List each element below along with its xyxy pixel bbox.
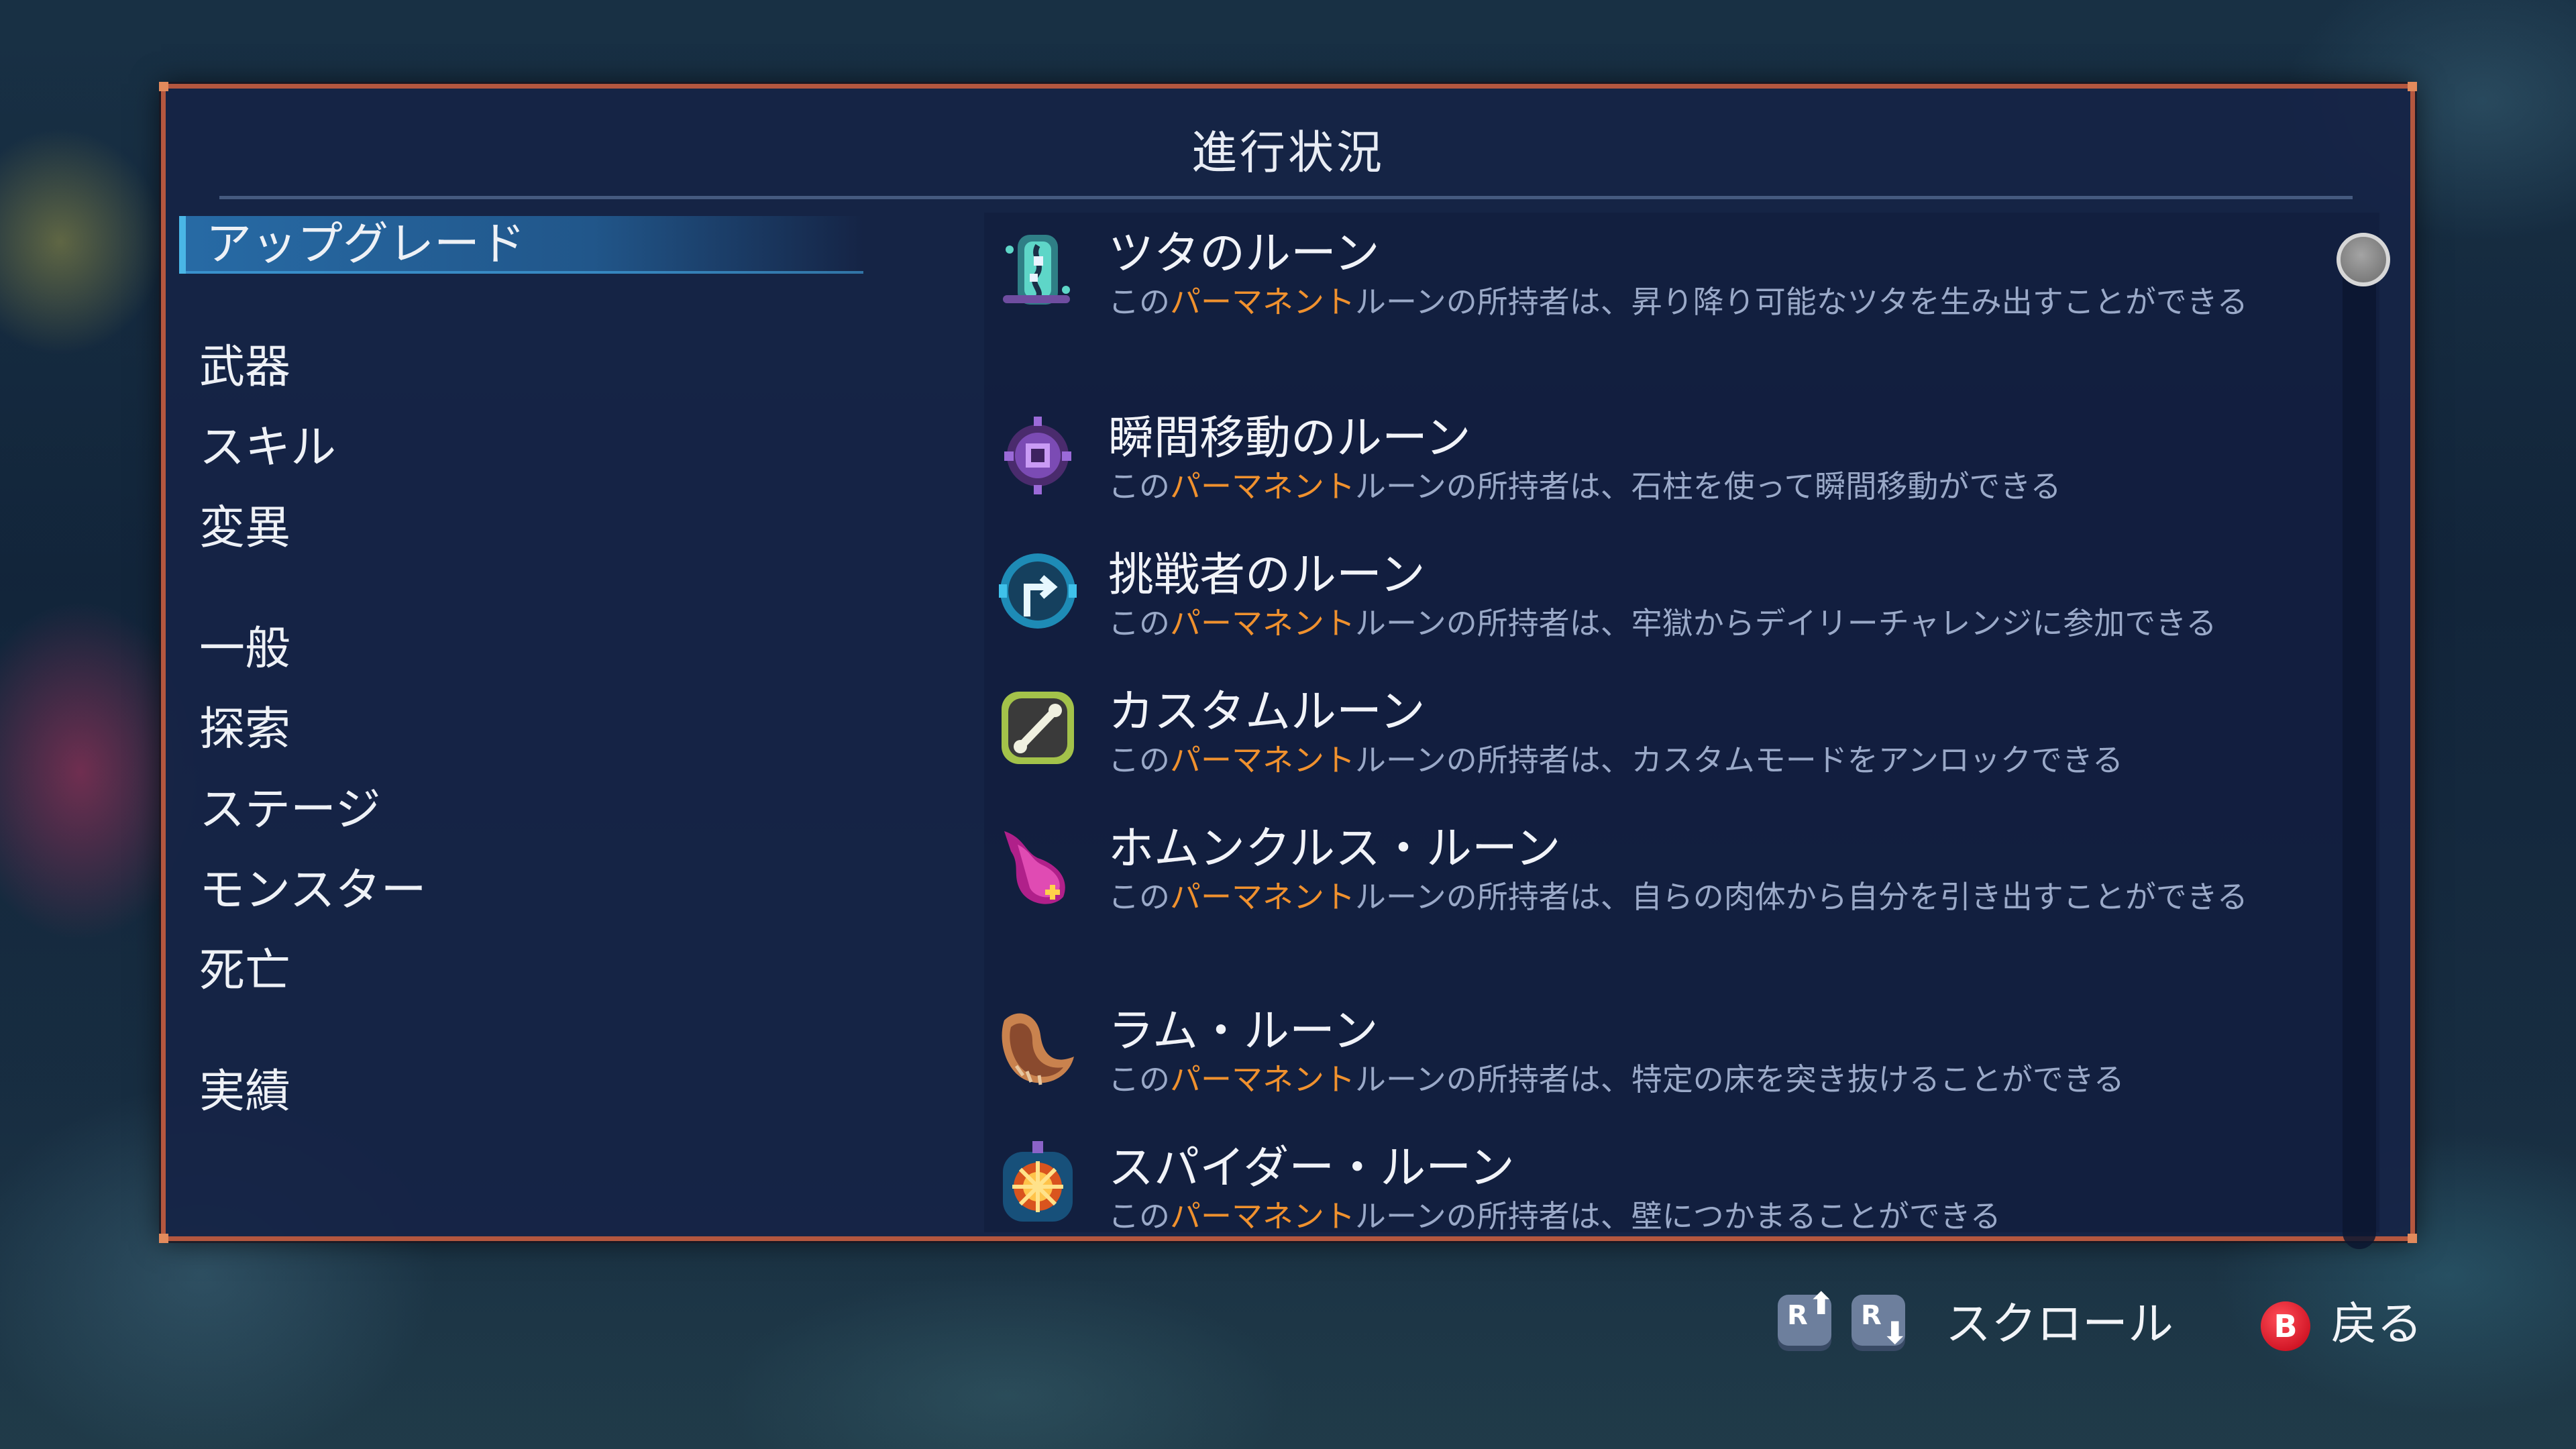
list-item[interactable]: ラム・ルーン このパーマネントルーンの所持者は、特定の床を突き抜けることができる: [984, 994, 2292, 1121]
category-mutations[interactable]: 変異: [179, 500, 290, 557]
category-exploration[interactable]: 探索: [179, 701, 290, 759]
rune-description: このパーマネントルーンの所持者は、壁につかまることができる: [1108, 1198, 2001, 1232]
list-item[interactable]: ツタのルーン このパーマネントルーンの所持者は、昇り降り可能なツタを生み出すこと…: [984, 216, 2292, 397]
rune-name: ラム・ルーン: [1108, 1005, 1379, 1058]
scrollbar-track[interactable]: [2343, 233, 2376, 1249]
list-item[interactable]: ホムンクルス・ルーン このパーマネントルーンの所持者は、自らの肉体から自分を引き…: [984, 811, 2292, 992]
rune-name: 挑戦者のルーン: [1108, 549, 1426, 602]
teleport-rune-icon: [1004, 417, 1071, 494]
category-general[interactable]: 一般: [179, 621, 290, 678]
category-achievements[interactable]: 実績: [179, 1063, 290, 1121]
scroll-hint-label: スクロール: [1945, 1298, 2174, 1351]
homunculus-rune-icon: [1004, 831, 1065, 904]
b-button-icon[interactable]: B: [2261, 1301, 2310, 1351]
scrollbar-thumb[interactable]: [2337, 233, 2390, 286]
rune-name: 瞬間移動のルーン: [1108, 412, 1471, 465]
category-upgrades[interactable]: アップグレード: [179, 216, 863, 274]
custom-rune-icon: [1002, 692, 1074, 764]
rune-name: ツタのルーン: [1108, 227, 1380, 280]
ram-rune-icon: [1002, 1013, 1074, 1085]
panel-corner: [2408, 1234, 2417, 1243]
rune-description: このパーマネントルーンの所持者は、石柱を使って瞬間移動ができる: [1108, 468, 2061, 504]
arrow-up-icon: ⬆: [1808, 1285, 1834, 1322]
panel-corner: [159, 1234, 168, 1243]
category-deaths[interactable]: 死亡: [179, 943, 290, 1000]
rune-name: スパイダー・ルーン: [1108, 1142, 1515, 1195]
panel-title: 進行状況: [1191, 127, 1385, 180]
rune-description: このパーマネントルーンの所持者は、特定の床を突き抜けることができる: [1108, 1061, 2125, 1097]
button-hints: R ⬆ R ⬇ スクロール B 戻る: [1778, 1285, 2449, 1362]
rune-name: ホムンクルス・ルーン: [1108, 822, 1561, 875]
panel-corner: [159, 82, 168, 91]
r-stick-label: R: [1787, 1300, 1808, 1331]
challenger-rune-icon: [999, 553, 1077, 629]
title-divider: [219, 196, 2353, 199]
progress-panel: 進行状況 アップグレード 武器 スキル 変異 一般 探索 ステージ モンスター …: [159, 82, 2417, 1249]
rune-description: このパーマネントルーンの所持者は、自らの肉体から自分を引き出すことができる: [1108, 879, 2248, 915]
arrow-down-icon: ⬇: [1882, 1315, 1908, 1351]
r-stick-up-button[interactable]: R ⬆: [1778, 1285, 1834, 1346]
vine-rune-icon: [1003, 235, 1070, 305]
list-item[interactable]: カスタムルーン このパーマネントルーンの所持者は、カスタムモードをアンロックでき…: [984, 674, 2292, 802]
list-item[interactable]: 挑戦者のルーン このパーマネントルーンの所持者は、牢獄からデイリーチャレンジに参…: [984, 537, 2292, 665]
rune-list: ツタのルーン このパーマネントルーンの所持者は、昇り降り可能なツタを生み出すこと…: [984, 213, 2379, 1232]
r-stick-down-button[interactable]: R ⬇: [1851, 1295, 1908, 1351]
r-stick-label: R: [1861, 1300, 1882, 1331]
back-hint-label[interactable]: 戻る: [2331, 1288, 2422, 1362]
category-stages[interactable]: ステージ: [179, 782, 381, 839]
category-monsters[interactable]: モンスター: [179, 862, 427, 920]
rune-name: カスタムルーン: [1108, 686, 1426, 739]
rune-description: このパーマネントルーンの所持者は、カスタムモードをアンロックできる: [1108, 742, 2123, 778]
spider-rune-icon: [1003, 1141, 1073, 1222]
rune-description: このパーマネントルーンの所持者は、牢獄からデイリーチャレンジに参加できる: [1108, 605, 2217, 641]
panel-corner: [2408, 82, 2417, 91]
list-item[interactable]: スパイダー・ルーン このパーマネントルーンの所持者は、壁につかまることができる: [984, 1130, 2292, 1232]
rune-description: このパーマネントルーンの所持者は、昇り降り可能なツタを生み出すことができる: [1108, 284, 2248, 320]
category-weapons[interactable]: 武器: [179, 339, 290, 396]
list-item[interactable]: 瞬間移動のルーン このパーマネントルーンの所持者は、石柱を使って瞬間移動ができる: [984, 400, 2292, 528]
category-skills[interactable]: スキル: [179, 419, 336, 477]
